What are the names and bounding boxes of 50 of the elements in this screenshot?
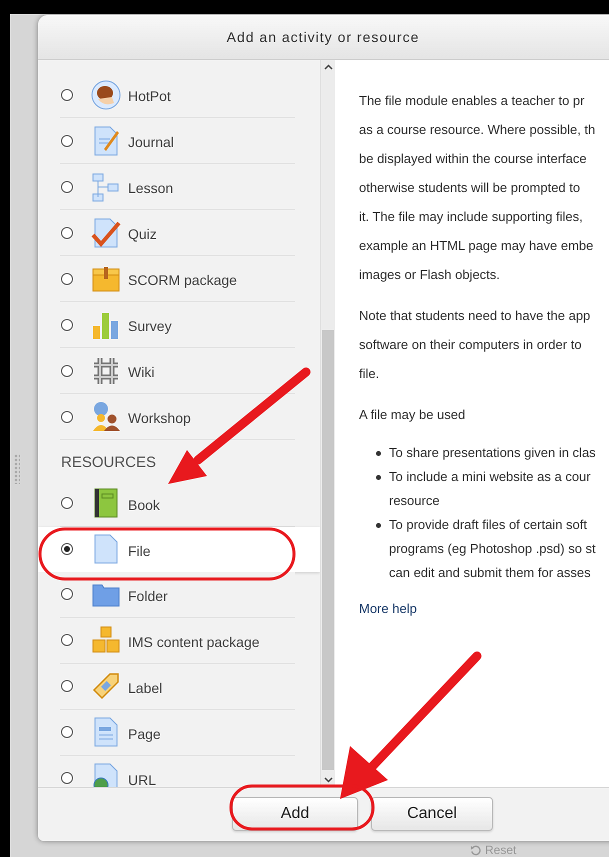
bullet-icon — [376, 523, 381, 528]
radio-button[interactable] — [61, 134, 73, 146]
description-text: software on their computers in order to — [359, 337, 582, 352]
radio-button[interactable] — [61, 680, 73, 692]
section-heading: RESOURCES — [61, 453, 156, 473]
description-text: otherwise students will be prompted to — [359, 180, 580, 195]
radio-button[interactable] — [61, 497, 73, 509]
scrollbar[interactable] — [320, 60, 335, 787]
radio-button[interactable] — [61, 226, 73, 238]
bullet-icon — [376, 451, 381, 456]
description-text: as a course resource. Where possible, th — [359, 122, 596, 137]
scroll-down-icon[interactable] — [324, 777, 333, 783]
radio-button[interactable] — [61, 543, 73, 555]
description-text: To include a mini website as a cour — [389, 469, 591, 484]
bullet-icon — [376, 475, 381, 480]
radio-button[interactable] — [61, 272, 73, 284]
description-text: programs (eg Photoshop .psd) so st — [389, 541, 596, 556]
description-text: images or Flash objects. — [359, 267, 500, 282]
reset-icon — [470, 844, 481, 856]
radio-button[interactable] — [61, 318, 73, 330]
add-button[interactable]: Add — [232, 797, 358, 831]
drag-handle-icon — [14, 454, 20, 484]
radio-button[interactable] — [61, 180, 73, 192]
radio-button[interactable] — [61, 588, 73, 600]
description-text: example an HTML page may have embe — [359, 238, 594, 253]
description-text: can edit and submit them for asses — [389, 565, 591, 580]
description-text: file. — [359, 366, 380, 381]
radio-button[interactable] — [61, 726, 73, 738]
description-text: A file may be used — [359, 407, 466, 422]
people-icon — [90, 400, 122, 432]
cancel-button[interactable]: Cancel — [371, 797, 493, 831]
description-text: resource — [389, 493, 440, 508]
radio-button[interactable] — [61, 364, 73, 376]
radio-button[interactable] — [61, 410, 73, 422]
description-text: To provide draft files of certain soft — [389, 517, 587, 532]
checkmark-document-icon — [90, 216, 122, 248]
dialog-title: Add an activity or resource — [226, 28, 420, 47]
description-text: The file module enables a teacher to pr — [359, 93, 584, 108]
description-text: it. The file may include supporting files, — [359, 209, 583, 224]
scrollbar-thumb[interactable] — [322, 330, 334, 770]
hand-icon — [90, 78, 122, 110]
radio-button[interactable] — [61, 88, 73, 100]
description-text: be displayed within the course interface — [359, 151, 587, 166]
description-text: Note that students need to have the app — [359, 308, 590, 323]
radio-button[interactable] — [61, 634, 73, 646]
description-text: To share presentations given in clas — [389, 445, 596, 460]
more-help-link[interactable]: More help — [359, 601, 417, 616]
scroll-up-icon[interactable] — [324, 64, 333, 70]
activity-option[interactable]: File — [38, 526, 320, 572]
radio-button[interactable] — [61, 772, 73, 784]
